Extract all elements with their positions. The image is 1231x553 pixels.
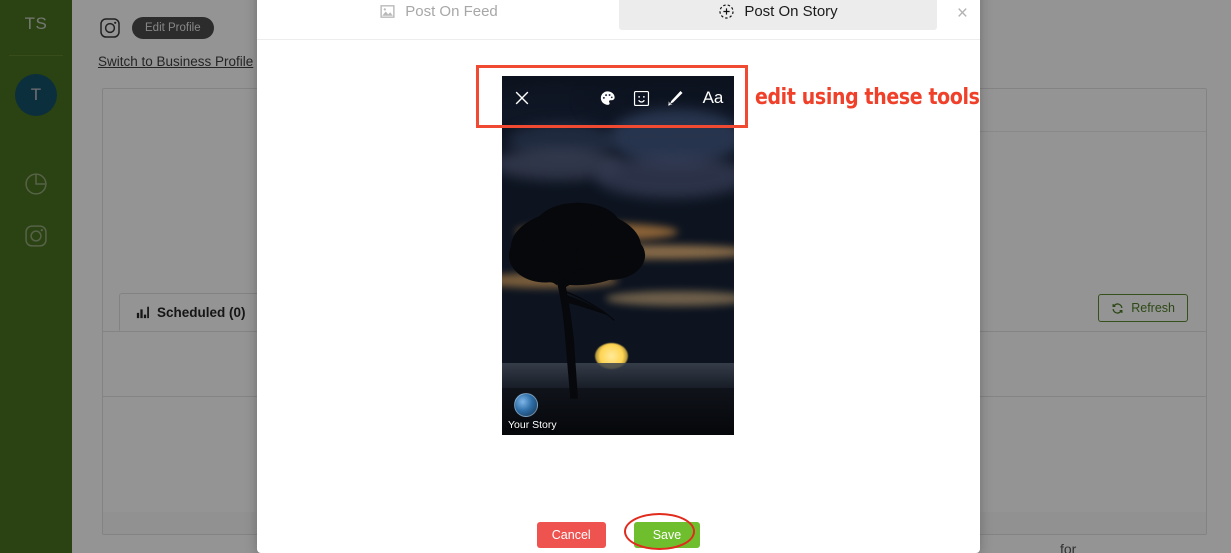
plus-circle-dashed-icon — [718, 3, 735, 20]
modal-tabs: Post On Feed Post On Story — [257, 0, 980, 32]
modal-footer: Cancel Save — [257, 517, 980, 553]
your-story-label: Your Story — [508, 419, 557, 431]
post-composer-modal: × Post On Feed Post On Story Aa Your Sto… — [257, 0, 980, 553]
tab-post-on-feed[interactable]: Post On Feed — [261, 0, 616, 30]
story-preview[interactable]: Aa Your Story — [502, 76, 734, 435]
story-footer: Your Story — [508, 393, 557, 431]
story-editor-toolbar: Aa — [502, 76, 734, 120]
image-icon — [379, 3, 396, 20]
close-x-icon[interactable] — [502, 76, 542, 120]
save-button[interactable]: Save — [633, 522, 701, 548]
smiley-sticker-icon[interactable] — [624, 76, 658, 120]
tree-silhouette — [507, 169, 651, 400]
avatar — [514, 393, 538, 417]
cancel-button[interactable]: Cancel — [536, 522, 606, 548]
text-aa-icon[interactable]: Aa — [692, 76, 734, 120]
tab-post-on-feed-label: Post On Feed — [405, 2, 498, 20]
palette-icon[interactable] — [590, 76, 624, 120]
screen: TS T Edit Profile Switch to Business Pro… — [0, 0, 1231, 553]
tab-post-on-story-label: Post On Story — [744, 2, 838, 20]
pen-icon[interactable] — [658, 76, 692, 120]
modal-divider — [257, 39, 980, 40]
tab-post-on-story[interactable]: Post On Story — [619, 0, 937, 30]
